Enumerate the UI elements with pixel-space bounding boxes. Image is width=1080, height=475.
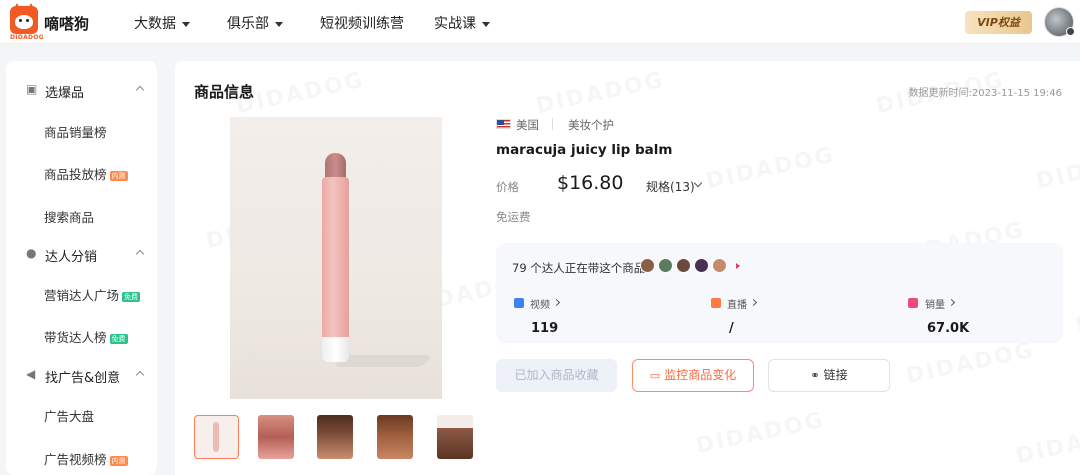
sidebar-item-ad-rank[interactable]: 商品投放榜 内测 (44, 164, 128, 183)
monitor-icon: ▭ (649, 369, 661, 382)
stat-sales-label[interactable]: 销量 (925, 296, 945, 311)
monitor-button[interactable]: ▭ 监控商品变化 (632, 359, 754, 392)
watermark: DIDADOG (1014, 418, 1080, 470)
us-flag-icon (496, 119, 511, 129)
product-price: $16.80 (557, 172, 624, 194)
watermark: DIDADOG (694, 408, 827, 460)
nav-item-video-camp[interactable]: 短视频训练营 (320, 13, 404, 33)
stats-card: 79 个达人正在带这个商品 视频 119 直播 / 销量 67.0K (496, 243, 1063, 343)
avatar[interactable] (694, 258, 709, 273)
watermark: DIDADOG (534, 68, 667, 120)
sidebar-item-influencer-rank[interactable]: 带货达人榜 免费 (44, 327, 128, 346)
link-button[interactable]: ⚭ 链接 (768, 359, 890, 392)
top-navbar: 嘀嗒狗 DIDADOG 大数据 俱乐部 短视频训练营 实战课 VIP权益 (0, 0, 1080, 44)
beta-badge: 内测 (109, 170, 128, 181)
brand-name: 嘀嗒狗 (44, 15, 90, 33)
product-country: 美国 (516, 118, 539, 132)
box-icon: ▣ (26, 82, 38, 96)
sidebar-item-sales-rank[interactable]: 商品销量榜 (44, 122, 107, 141)
chevron-right-icon (947, 298, 956, 307)
sidebar: ▣ 选爆品 商品销量榜 商品投放榜 内测 搜索商品 ● 达人分销 营销达人广场 免费… (6, 61, 157, 475)
avatar-badge-icon (1066, 27, 1075, 36)
brand-logo[interactable]: 嘀嗒狗 DIDADOG (10, 3, 100, 41)
chevron-down-icon (482, 21, 490, 27)
price-label: 价格 (496, 180, 519, 194)
watermark: DIDADOG (1074, 288, 1080, 340)
dog-logo-icon (10, 3, 38, 34)
sidebar-item-ad-video-rank[interactable]: 广告视频榜 内测 (44, 449, 128, 468)
watermark: DIDADOG (1034, 143, 1080, 195)
stat-live-label[interactable]: 直播 (727, 296, 747, 311)
chevron-down-icon (182, 21, 190, 27)
stat-videos-value: 119 (531, 321, 559, 336)
sidebar-group-influencer[interactable]: ● 达人分销 (6, 239, 157, 269)
shipping-info: 免运费 (496, 210, 531, 224)
chevron-up-icon (135, 249, 145, 259)
chevron-right-icon (749, 298, 758, 307)
nav-item-club[interactable]: 俱乐部 (227, 13, 283, 33)
product-category: 美妆个护 (568, 118, 614, 132)
product-thumbnail[interactable] (437, 415, 473, 459)
sidebar-group-select-products[interactable]: ▣ 选爆品 (6, 75, 157, 105)
avatar[interactable] (712, 258, 727, 273)
page-title: 商品信息 (194, 83, 255, 101)
favorite-button[interactable]: 已加入商品收藏 (496, 359, 617, 392)
stat-videos-label[interactable]: 视频 (530, 296, 550, 311)
sales-icon (908, 298, 918, 308)
nav-item-course[interactable]: 实战课 (434, 13, 490, 33)
chevron-up-icon (135, 85, 145, 95)
person-icon: ● (26, 246, 37, 260)
sidebar-item-ad-market[interactable]: 广告大盘 (44, 406, 94, 425)
stat-sales-value: 67.0K (927, 321, 970, 336)
free-badge: 免费 (122, 291, 141, 302)
beta-badge: 内测 (109, 455, 128, 466)
free-badge: 免费 (109, 333, 128, 344)
sidebar-group-ads[interactable]: ◀ 找广告&创意 (6, 360, 157, 390)
avatar[interactable] (640, 258, 655, 273)
divider (552, 118, 553, 130)
brand-subtitle: DIDADOG (10, 34, 44, 41)
product-thumbnail[interactable] (194, 415, 239, 459)
data-update-time: 数据更新时间:2023-11-15 19:46 (908, 88, 1062, 99)
sidebar-item-influencer-plaza[interactable]: 营销达人广场 免费 (44, 285, 141, 304)
chevron-down-icon (275, 21, 283, 27)
link-icon: ⚭ (810, 369, 820, 382)
watermark: DIDADOG (704, 143, 837, 195)
arrow-right-icon[interactable] (736, 263, 740, 269)
chevron-up-icon (135, 370, 145, 380)
product-thumbnail[interactable] (258, 415, 294, 459)
product-thumbnail[interactable] (317, 415, 353, 459)
spec-dropdown[interactable]: 规格(13) (646, 178, 695, 195)
megaphone-icon: ◀ (26, 367, 36, 381)
watermark: DIDADOG (904, 338, 1037, 390)
avatar[interactable] (676, 258, 691, 273)
live-icon (711, 298, 721, 308)
user-avatar[interactable] (1044, 7, 1075, 37)
influencer-count-text: 79 个达人正在带这个商品 (512, 261, 646, 275)
stat-live-value: / (729, 321, 734, 336)
product-name: maracuja juicy lip balm (496, 142, 673, 158)
product-thumbnail[interactable] (377, 415, 413, 459)
sidebar-item-search-products[interactable]: 搜索商品 (44, 207, 94, 226)
nav-item-big-data[interactable]: 大数据 (134, 13, 190, 33)
chevron-down-icon (693, 178, 703, 188)
avatar[interactable] (658, 258, 673, 273)
chevron-right-icon (552, 298, 561, 307)
product-main-image (230, 117, 442, 399)
video-icon (514, 298, 524, 308)
product-info-panel: DIDADOG DIDADOG DIDADOG DIDADOG DIDADOG … (175, 61, 1080, 475)
vip-benefits-button[interactable]: VIP权益 (965, 11, 1032, 34)
